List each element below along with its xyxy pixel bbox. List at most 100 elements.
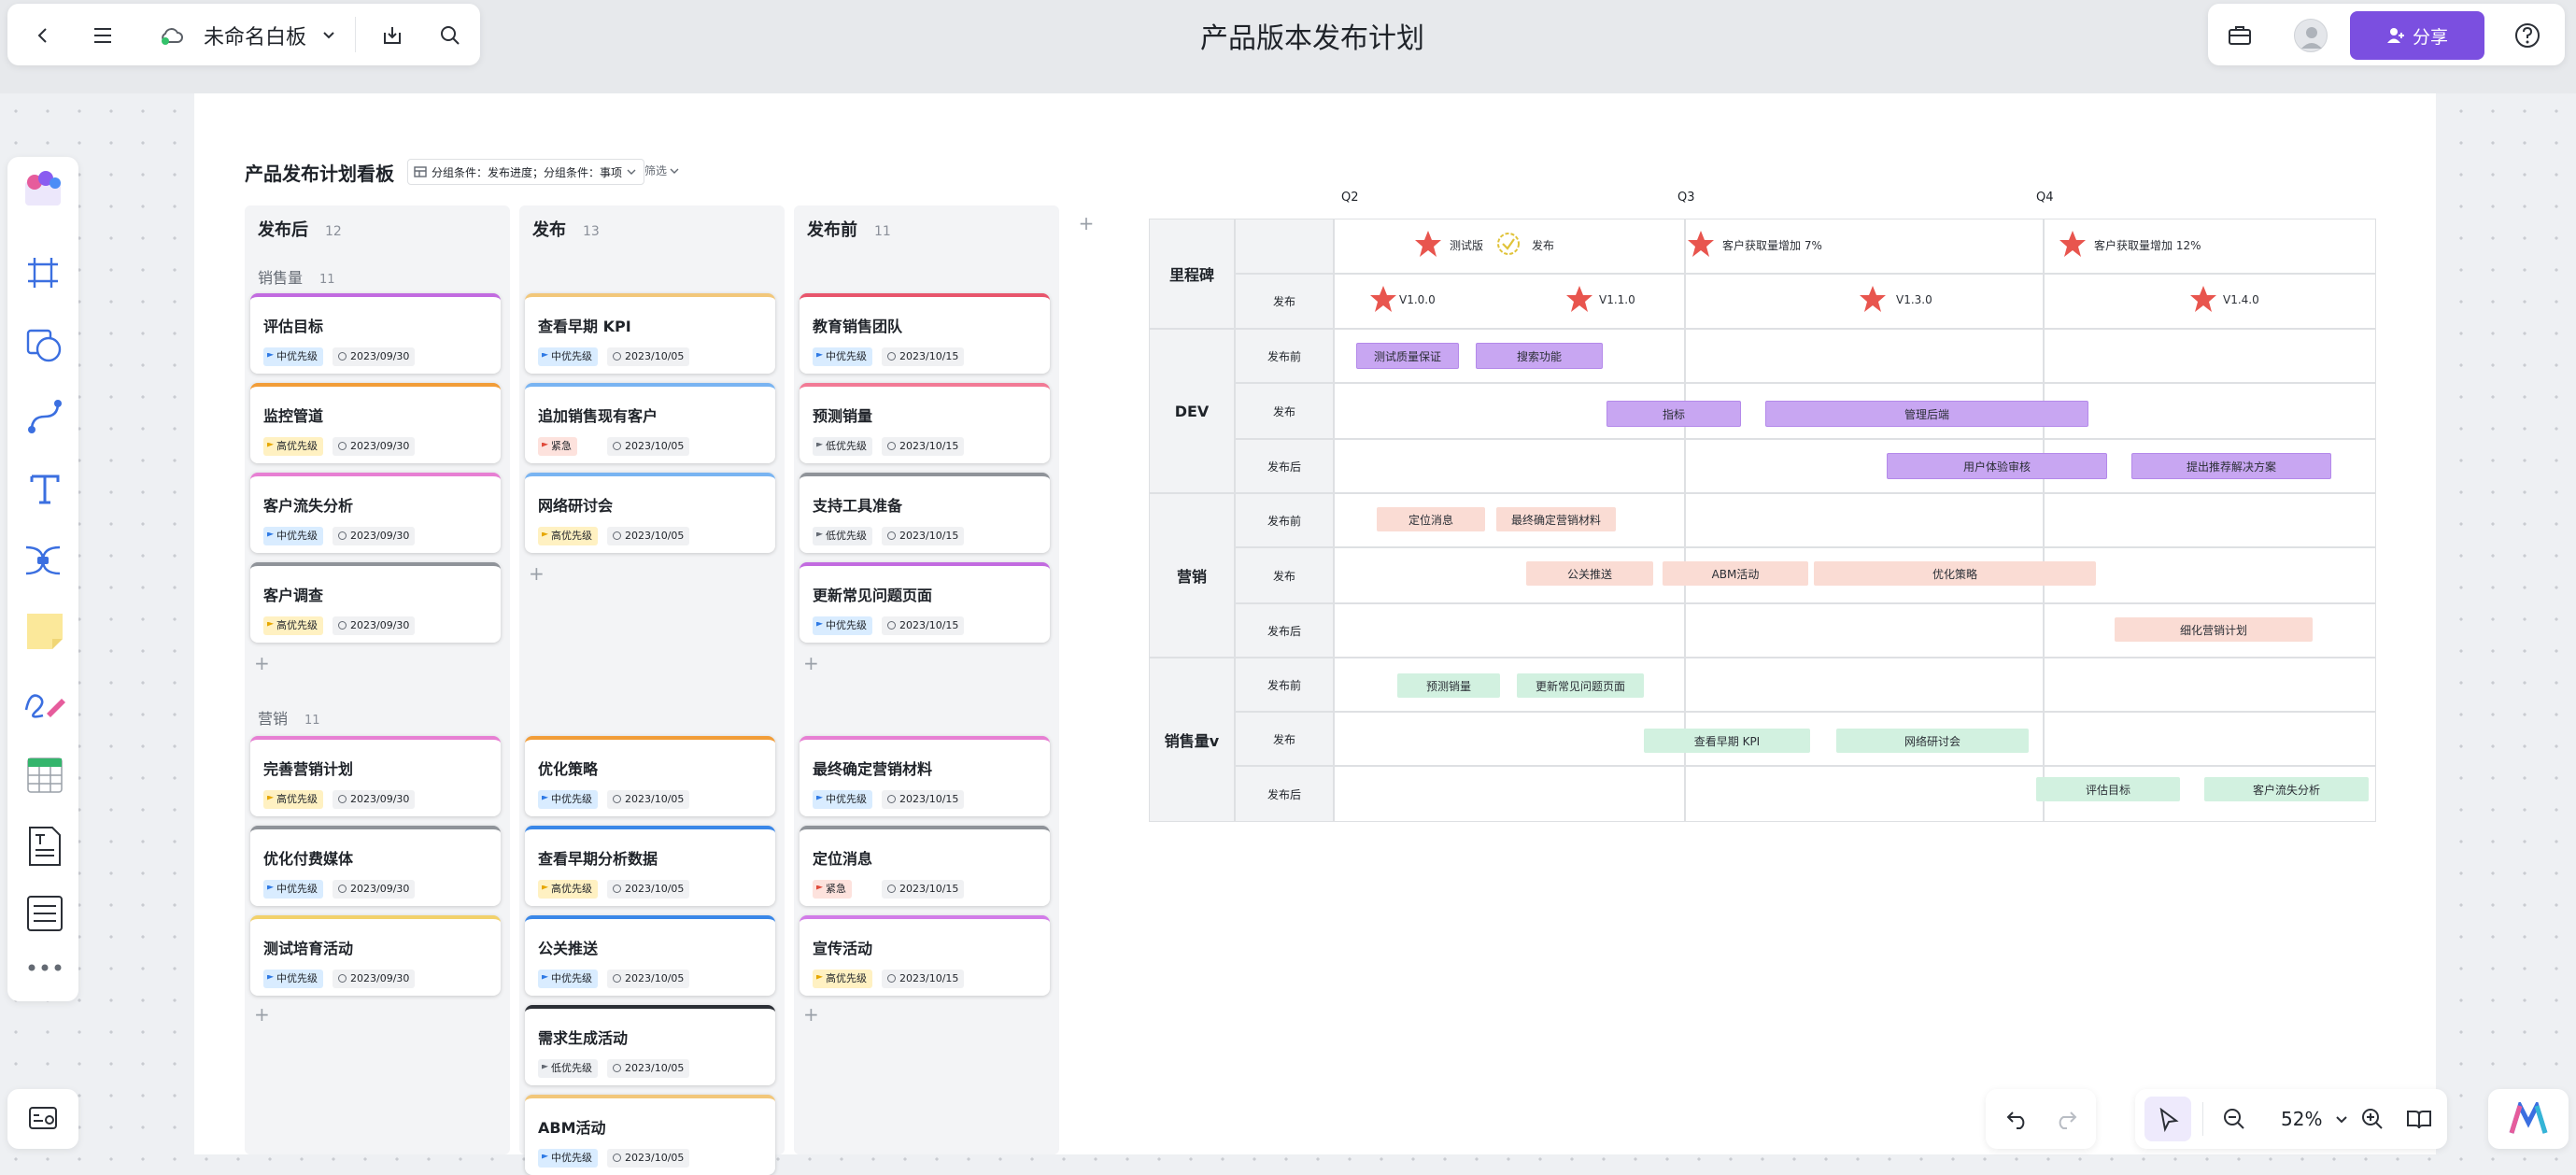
add-column-button[interactable]: + [1072, 209, 1100, 237]
redo-icon[interactable] [2049, 1102, 2083, 1136]
app-logo-button[interactable] [2488, 1089, 2569, 1149]
priority-label: 中优先级 [276, 972, 318, 984]
download-icon[interactable] [375, 19, 409, 52]
flag-icon [542, 1064, 548, 1069]
roadmap-bar[interactable]: 细化营销计划 [2115, 617, 2313, 642]
kanban-card[interactable]: 更新常见问题页面 中优先级 2023/10/15 [800, 562, 1050, 643]
kanban-card[interactable]: 追加销售现有客户 紧急 2023/10/05 [525, 383, 775, 463]
add-card-button[interactable]: + [254, 1003, 270, 1026]
roadmap-bar[interactable]: 评估目标 [2036, 777, 2180, 801]
filter-button[interactable]: 筛选 [644, 163, 679, 178]
priority-label: 低优先级 [551, 1062, 592, 1074]
priority-badge: 高优先级 [263, 790, 323, 809]
add-card-button[interactable]: + [529, 562, 545, 585]
roadmap-group-label: 销售量v [1149, 658, 1235, 822]
frame-icon[interactable] [26, 256, 60, 290]
roadmap-bar[interactable]: 更新常见问题页面 [1517, 673, 1644, 698]
more-icon[interactable] [26, 958, 64, 977]
book-icon[interactable] [2402, 1102, 2436, 1136]
undo-icon[interactable] [2001, 1102, 2034, 1136]
mindmap-icon[interactable] [22, 540, 64, 581]
kanban-card[interactable]: 优化付费媒体 中优先级 2023/09/30 [250, 826, 501, 906]
bottom-zoom-panel: 52% [2135, 1089, 2447, 1149]
toolbox-icon[interactable] [2223, 19, 2257, 52]
zoom-out-icon[interactable] [2217, 1102, 2251, 1136]
kanban-card[interactable]: 完善营销计划 高优先级 2023/09/30 [250, 736, 501, 816]
kanban-card[interactable]: 最终确定营销材料 中优先级 2023/10/15 [800, 736, 1050, 816]
clock-icon [338, 885, 347, 893]
share-button[interactable]: 分享 [2350, 11, 2484, 60]
document-icon[interactable] [26, 826, 64, 867]
card-title: 监控管道 [263, 407, 324, 425]
menu-icon[interactable] [86, 19, 120, 52]
kanban-card[interactable]: 需求生成活动 低优先级 2023/10/05 [525, 1005, 775, 1085]
roadmap-bar[interactable]: 提出推荐解决方案 [2131, 453, 2331, 479]
board-name[interactable]: 未命名白板 [204, 21, 306, 50]
pen-icon[interactable] [22, 682, 65, 725]
kanban-card[interactable]: 测试培育活动 中优先级 2023/09/30 [250, 915, 501, 996]
avatar[interactable] [2294, 19, 2328, 52]
priority-label: 高优先级 [551, 883, 592, 895]
roadmap-bar[interactable]: 指标 [1606, 401, 1741, 427]
chevron-down-icon[interactable] [318, 24, 340, 47]
text-tool-icon[interactable] [26, 471, 64, 508]
kanban-card[interactable]: 定位消息 紧急 2023/10/15 [800, 826, 1050, 906]
roadmap-bar[interactable]: 网络研讨会 [1836, 729, 2029, 753]
clock-icon [338, 974, 347, 983]
connector-icon[interactable] [26, 398, 64, 435]
kanban-card[interactable]: 客户流失分析 中优先级 2023/09/30 [250, 473, 501, 553]
clock-icon [613, 531, 621, 540]
roadmap-bar[interactable]: 预测销量 [1397, 673, 1500, 698]
add-card-button[interactable]: + [803, 1003, 819, 1026]
due-date: 2023/10/15 [899, 350, 959, 362]
kanban-card[interactable]: 评估目标 中优先级 2023/09/30 [250, 293, 501, 374]
roadmap-bar[interactable]: 最终确定营销材料 [1496, 507, 1616, 531]
template-icon[interactable] [22, 168, 64, 209]
list-icon[interactable] [26, 895, 64, 932]
search-icon[interactable] [433, 19, 467, 52]
due-date: 2023/09/30 [350, 440, 410, 452]
roadmap-bar[interactable]: 公关推送 [1526, 561, 1653, 586]
roadmap-bar[interactable]: ABM活动 [1663, 561, 1808, 586]
kanban-card[interactable]: 公关推送 中优先级 2023/10/05 [525, 915, 775, 996]
kanban-card[interactable]: 客户调查 高优先级 2023/09/30 [250, 562, 501, 643]
kanban-card[interactable]: 查看早期分析数据 高优先级 2023/10/05 [525, 826, 775, 906]
cursor-icon [2159, 1108, 2179, 1132]
priority-badge: 高优先级 [538, 527, 598, 545]
chevron-down-icon[interactable] [2331, 1110, 2352, 1130]
kanban-card[interactable]: ABM活动 中优先级 2023/10/05 [525, 1095, 775, 1175]
kanban-card[interactable]: 查看早期 KPI 中优先级 2023/10/05 [525, 293, 775, 374]
roadmap-bar[interactable]: 用户体验审核 [1887, 453, 2107, 479]
kanban-card[interactable]: 宣传活动 高优先级 2023/10/15 [800, 915, 1050, 996]
version-star-icon [1566, 286, 1592, 312]
back-icon[interactable] [26, 19, 60, 52]
clock-icon [887, 621, 896, 630]
zoom-in-icon[interactable] [2356, 1102, 2389, 1136]
roadmap-bar[interactable]: 测试质量保证 [1356, 343, 1459, 369]
add-card-button[interactable]: + [254, 652, 270, 674]
flag-icon [816, 885, 823, 890]
select-tool-button[interactable] [2144, 1097, 2191, 1141]
help-icon[interactable] [2511, 19, 2544, 52]
kanban-card[interactable]: 教育销售团队 中优先级 2023/10/15 [800, 293, 1050, 374]
zoom-level[interactable]: 52% [2281, 1108, 2322, 1130]
kanban-card[interactable]: 监控管道 高优先级 2023/09/30 [250, 383, 501, 463]
add-card-button[interactable]: + [803, 652, 819, 674]
kanban-card[interactable]: 优化策略 中优先级 2023/10/05 [525, 736, 775, 816]
sticky-note-icon[interactable] [24, 611, 65, 652]
roadmap-row-label: 发布前 [1235, 493, 1334, 547]
column-title: 发布前 11 [807, 220, 891, 240]
shape-icon[interactable] [26, 327, 64, 364]
kanban-card[interactable]: 预测销量 低优先级 2023/10/15 [800, 383, 1050, 463]
roadmap-bar[interactable]: 搜索功能 [1476, 343, 1603, 369]
roadmap-bar[interactable]: 客户流失分析 [2204, 777, 2369, 801]
roadmap-bar[interactable]: 查看早期 KPI [1644, 729, 1810, 753]
roadmap-bar[interactable]: 定位消息 [1377, 507, 1485, 531]
kanban-card[interactable]: 支持工具准备 低优先级 2023/10/15 [800, 473, 1050, 553]
minimap-button[interactable] [7, 1089, 78, 1149]
group-condition-button[interactable]: 分组条件：发布进度；分组条件：事项 [407, 159, 645, 185]
roadmap-bar[interactable]: 优化策略 [1814, 561, 2096, 586]
table-icon[interactable] [26, 757, 64, 794]
roadmap-bar[interactable]: 管理后端 [1765, 401, 2088, 427]
kanban-card[interactable]: 网络研讨会 高优先级 2023/10/05 [525, 473, 775, 553]
